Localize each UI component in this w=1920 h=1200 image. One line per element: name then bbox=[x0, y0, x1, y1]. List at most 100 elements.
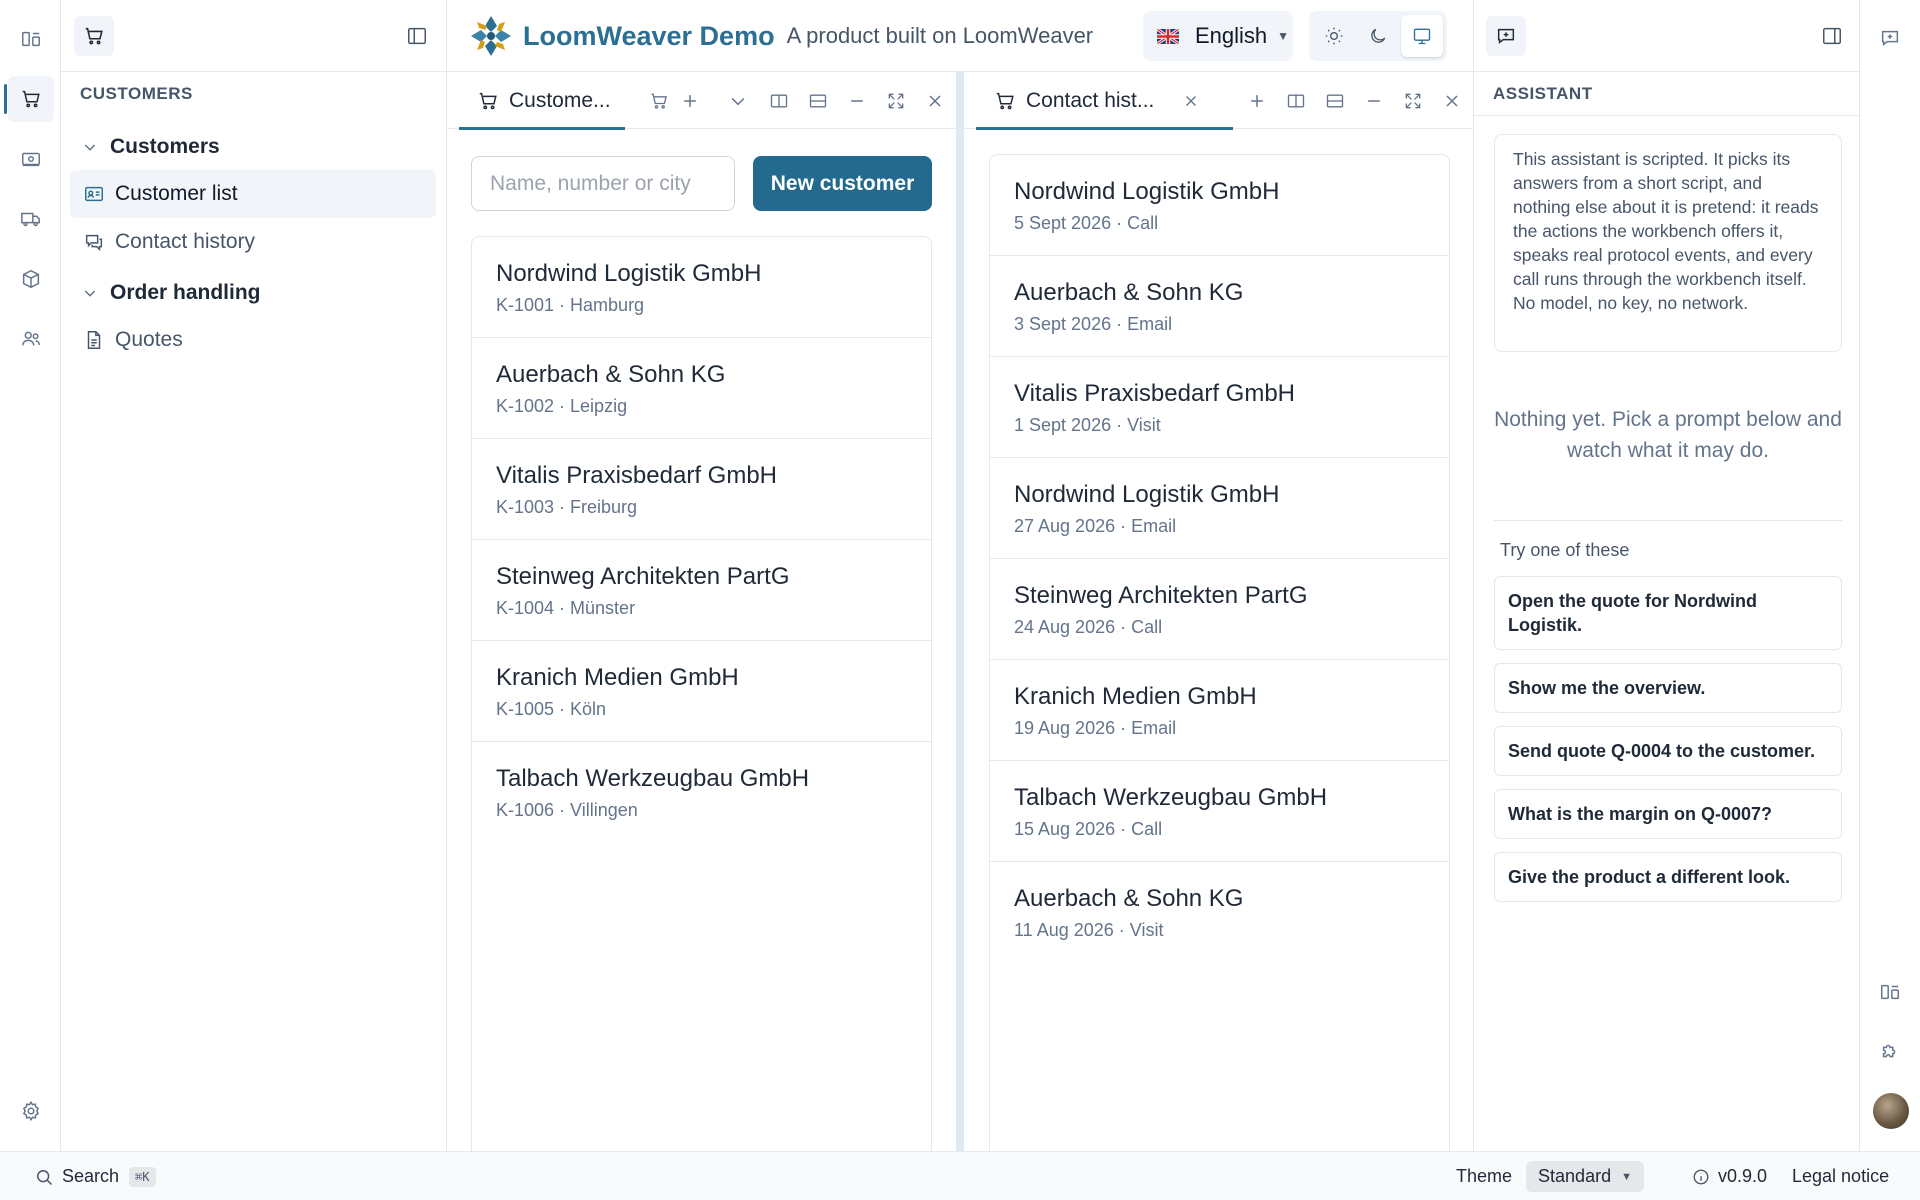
contact-history-pane: Contact hist... Nordwind Logistik GmbH 5… bbox=[964, 72, 1473, 1198]
tree-group-customers[interactable]: Customers bbox=[61, 124, 446, 170]
cart-icon bbox=[479, 92, 497, 109]
tab-label: Contact hist... bbox=[1026, 88, 1155, 112]
sidebar-item-customer-list[interactable]: Customer list bbox=[70, 170, 436, 218]
list-item[interactable]: Steinweg Architekten PartG K-1004 · Münst… bbox=[472, 540, 931, 641]
list-item[interactable]: Kranich Medien GmbH K-1005 · Köln bbox=[472, 641, 931, 742]
list-item[interactable]: Auerbach & Sohn KG 3 Sept 2026 · Email bbox=[990, 256, 1449, 357]
theme-select[interactable]: Standard ▼ bbox=[1526, 1161, 1644, 1192]
customer-meta: K-1005 · Köln bbox=[496, 699, 607, 719]
prompt-list-label: Try one of these bbox=[1500, 540, 1630, 560]
contact-meta: 15 Aug 2026 · Call bbox=[1014, 819, 1163, 839]
version-label: v0.9.0 bbox=[1718, 1166, 1768, 1186]
sidebar-title: CUSTOMERS bbox=[80, 84, 193, 103]
minimize-icon[interactable] bbox=[1359, 86, 1389, 116]
settings-icon[interactable] bbox=[8, 1088, 54, 1134]
prompt-suggestion[interactable]: What is the margin on Q-0007? bbox=[1494, 789, 1842, 839]
activity-bar bbox=[0, 0, 61, 1151]
prompt-suggestion[interactable]: Send quote Q-0004 to the customer. bbox=[1494, 726, 1842, 776]
dashboard-icon[interactable] bbox=[1872, 974, 1908, 1010]
customer-meta: K-1006 · Villingen bbox=[496, 800, 638, 820]
customer-list: Nordwind Logistik GmbH K-1001 · Hamburg A… bbox=[471, 236, 932, 1198]
theme-label: Theme bbox=[1456, 1166, 1513, 1186]
moon-icon[interactable] bbox=[1357, 15, 1399, 57]
sidebar-item-contact-history[interactable]: Contact history bbox=[70, 218, 436, 266]
split-vertical-icon[interactable] bbox=[1281, 86, 1311, 116]
search-button[interactable]: Search ⌘K bbox=[34, 1152, 156, 1200]
dashboard-icon[interactable] bbox=[8, 16, 54, 62]
minimize-icon[interactable] bbox=[842, 86, 872, 116]
cart-icon[interactable] bbox=[74, 16, 114, 56]
prompt-suggestion[interactable]: Open the quote for Nordwind Logistik. bbox=[1494, 576, 1842, 650]
chat-icon bbox=[85, 234, 103, 252]
avatar[interactable] bbox=[1873, 1093, 1909, 1129]
tab-customer-list[interactable]: Custome... bbox=[459, 72, 625, 130]
close-icon[interactable] bbox=[1437, 86, 1467, 116]
list-item[interactable]: Kranich Medien GmbH 19 Aug 2026 · Email bbox=[990, 660, 1449, 761]
contact-name: Steinweg Architekten PartG bbox=[1014, 582, 1308, 609]
list-item[interactable]: Steinweg Architekten PartG 24 Aug 2026 · … bbox=[990, 559, 1449, 660]
list-item[interactable]: Auerbach & Sohn KG K-1002 · Leipzig bbox=[472, 338, 931, 439]
maximize-icon[interactable] bbox=[1398, 86, 1428, 116]
assistant-empty-state: Nothing yet. Pick a prompt below and wat… bbox=[1494, 408, 1842, 462]
contact-meta: 1 Sept 2026 · Visit bbox=[1014, 415, 1161, 435]
customer-name: Auerbach & Sohn KG bbox=[496, 361, 726, 388]
cart-icon[interactable] bbox=[644, 86, 674, 116]
right-rail bbox=[1859, 0, 1920, 1151]
contact-name: Nordwind Logistik GmbH bbox=[1014, 178, 1280, 205]
prompt-suggestion[interactable]: Show me the overview. bbox=[1494, 663, 1842, 713]
new-customer-button[interactable]: New customer bbox=[753, 156, 932, 211]
assistant-info: This assistant is scripted. It picks its… bbox=[1494, 134, 1842, 352]
chat-icon[interactable] bbox=[1872, 20, 1908, 56]
maximize-icon[interactable] bbox=[881, 86, 911, 116]
list-item[interactable]: Nordwind Logistik GmbH K-1001 · Hamburg bbox=[472, 237, 931, 338]
version-info[interactable]: v0.9.0 bbox=[1692, 1152, 1767, 1200]
split-vertical-icon[interactable] bbox=[764, 86, 794, 116]
box-icon[interactable] bbox=[8, 256, 54, 302]
add-tab-icon[interactable] bbox=[1242, 86, 1272, 116]
list-item[interactable]: Talbach Werkzeugbau GmbH K-1006 · Villing… bbox=[472, 742, 931, 843]
cart-icon[interactable] bbox=[4, 76, 54, 122]
contact-list: Nordwind Logistik GmbH 5 Sept 2026 · Call… bbox=[989, 154, 1450, 1198]
caret-down-icon: ▼ bbox=[1277, 29, 1290, 43]
sidebar-item-label: Customer list bbox=[115, 182, 238, 205]
pane-splitter[interactable] bbox=[956, 72, 964, 1151]
truck-icon[interactable] bbox=[8, 196, 54, 242]
contact-name: Auerbach & Sohn KG bbox=[1014, 279, 1244, 306]
tab-contact-history[interactable]: Contact hist... bbox=[976, 72, 1233, 130]
users-icon[interactable] bbox=[8, 316, 54, 362]
money-icon[interactable] bbox=[8, 136, 54, 182]
split-horizontal-icon[interactable] bbox=[803, 86, 833, 116]
chevron-down-icon[interactable] bbox=[723, 86, 753, 116]
list-item[interactable]: Nordwind Logistik GmbH 27 Aug 2026 · Emai… bbox=[990, 458, 1449, 559]
tab-label: Custome... bbox=[509, 88, 611, 112]
toggle-panel-icon[interactable] bbox=[1812, 16, 1852, 56]
tree-group-label: Order handling bbox=[110, 281, 261, 304]
chat-icon[interactable] bbox=[1486, 16, 1526, 56]
list-item[interactable]: Nordwind Logistik GmbH 5 Sept 2026 · Call bbox=[990, 155, 1449, 256]
legal-notice-link[interactable]: Legal notice bbox=[1792, 1152, 1889, 1200]
language-select[interactable]: English ▼ bbox=[1143, 11, 1293, 61]
contact-name: Talbach Werkzeugbau GmbH bbox=[1014, 784, 1328, 811]
add-tab-icon[interactable] bbox=[675, 86, 705, 116]
list-item[interactable]: Auerbach & Sohn KG 11 Aug 2026 · Visit bbox=[990, 862, 1449, 963]
monitor-icon[interactable] bbox=[1401, 15, 1443, 57]
close-tab-icon[interactable] bbox=[1182, 92, 1200, 110]
prompt-suggestion[interactable]: Give the product a different look. bbox=[1494, 852, 1842, 902]
toggle-sidebar-icon[interactable] bbox=[397, 16, 437, 56]
puzzle-icon[interactable] bbox=[1872, 1033, 1908, 1069]
split-horizontal-icon[interactable] bbox=[1320, 86, 1350, 116]
search-label: Search bbox=[62, 1166, 120, 1186]
close-icon[interactable] bbox=[920, 86, 950, 116]
contact-name: Vitalis Praxisbedarf GmbH bbox=[1014, 380, 1295, 407]
list-item[interactable]: Talbach Werkzeugbau GmbH 15 Aug 2026 · Ca… bbox=[990, 761, 1449, 862]
sidebar-item-quotes[interactable]: Quotes bbox=[70, 316, 436, 364]
contact-meta: 11 Aug 2026 · Visit bbox=[1014, 920, 1164, 940]
theme-picker: Theme Standard ▼ bbox=[1456, 1152, 1644, 1200]
list-item[interactable]: Vitalis Praxisbedarf GmbH 1 Sept 2026 · V… bbox=[990, 357, 1449, 458]
search-input[interactable] bbox=[471, 156, 735, 211]
list-item[interactable]: Vitalis Praxisbedarf GmbH K-1003 · Freibu… bbox=[472, 439, 931, 540]
search-icon bbox=[37, 1169, 53, 1185]
info-icon bbox=[1693, 1169, 1709, 1184]
sun-icon[interactable] bbox=[1313, 15, 1355, 57]
tree-group-order-handling[interactable]: Order handling bbox=[61, 270, 446, 316]
